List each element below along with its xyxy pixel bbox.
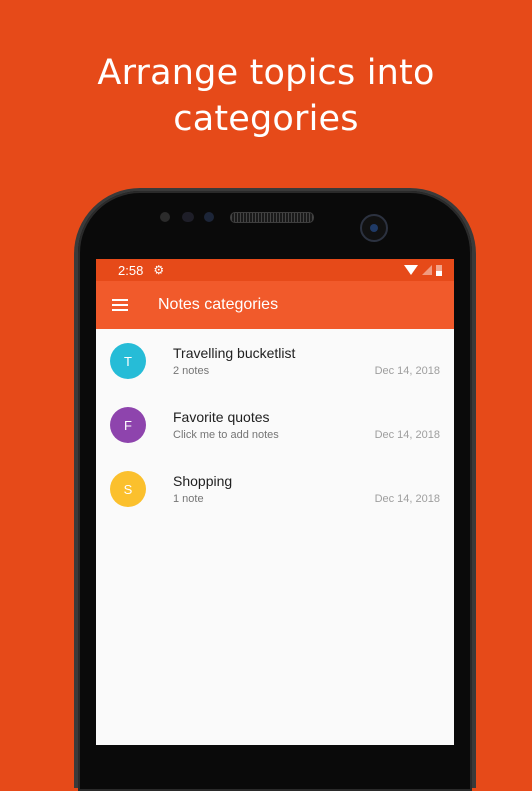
list-item-title: Shopping	[173, 473, 233, 489]
list-item-date: Dec 14, 2018	[374, 493, 440, 505]
signal-icon	[422, 265, 432, 275]
front-camera-icon	[360, 214, 388, 242]
status-time: 2:58	[118, 262, 144, 278]
battery-icon	[436, 264, 442, 276]
phone-screen: 2:58 ⚙ Notes categories T Travelling buck…	[96, 259, 454, 745]
list-item-date: Dec 14, 2018	[374, 365, 440, 377]
list-item-text: Shopping 1 note	[173, 473, 232, 505]
headline: Arrange topics into categories	[0, 50, 532, 142]
earpiece-speaker	[230, 212, 314, 223]
list-item-text: Favorite quotes Click me to add notes	[173, 409, 279, 441]
wifi-icon	[404, 265, 418, 275]
list-item-subtitle: 2 notes	[173, 365, 210, 377]
menu-icon[interactable]	[112, 296, 128, 314]
status-bar: 2:58 ⚙	[96, 259, 454, 281]
headline-line-1: Arrange topics into	[97, 53, 435, 93]
avatar: S	[110, 471, 146, 507]
list-item-text: Travelling bucketlist 2 notes	[173, 345, 295, 377]
list-item[interactable]: S Shopping 1 note Dec 14, 2018	[96, 457, 454, 521]
list-item-subtitle: Click me to add notes	[173, 429, 279, 441]
proximity-sensor-icon	[160, 212, 170, 222]
app-bar-title: Notes categories	[158, 296, 279, 313]
app-bar: Notes categories	[96, 281, 454, 329]
list-item-title: Favorite quotes	[173, 409, 270, 425]
avatar: F	[110, 407, 146, 443]
avatar: T	[110, 343, 146, 379]
sensor-icon	[204, 212, 214, 222]
list-item-subtitle: 1 note	[173, 493, 204, 505]
light-sensor-icon	[182, 212, 194, 222]
list-item[interactable]: F Favorite quotes Click me to add notes Dec…	[96, 393, 454, 457]
list-item-title: Travelling bucketlist	[173, 345, 296, 361]
status-icons	[404, 264, 442, 276]
gear-icon: ⚙	[153, 263, 165, 277]
list-item-date: Dec 14, 2018	[374, 429, 440, 441]
list-item[interactable]: T Travelling bucketlist 2 notes Dec 14, 201…	[96, 329, 454, 393]
headline-line-2: categories	[173, 99, 359, 139]
category-list: T Travelling bucketlist 2 notes Dec 14, 201…	[96, 329, 454, 521]
